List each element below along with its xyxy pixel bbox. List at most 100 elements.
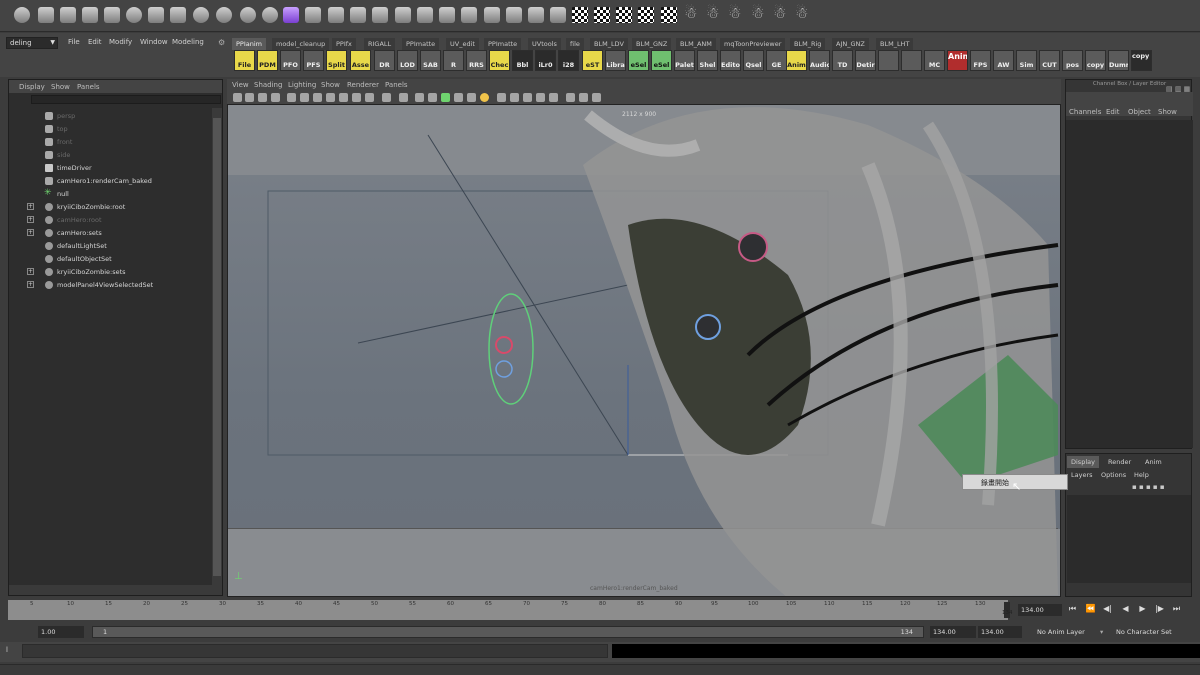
outliner-item[interactable]: front <box>9 136 214 149</box>
playback-range-slider[interactable]: 1 134 <box>92 626 924 638</box>
select-camera-icon[interactable] <box>233 93 242 102</box>
pyramid-icon[interactable] <box>262 7 278 23</box>
torus-icon[interactable] <box>126 7 142 23</box>
expand-icon[interactable]: + <box>27 281 34 288</box>
menu-file[interactable]: File <box>68 38 80 46</box>
shelf-pfo-button[interactable]: PFO <box>280 50 301 71</box>
shelf-tab-blm-gnz[interactable]: BLM_GNZ <box>632 38 672 50</box>
checker5-icon[interactable] <box>661 7 677 23</box>
squash-icon[interactable] <box>395 7 411 23</box>
wire-icon[interactable] <box>506 7 522 23</box>
shelf-dumr-button[interactable]: Dumr <box>1108 50 1129 71</box>
shelf-options-icon[interactable]: ⚙ <box>218 38 225 47</box>
grid-icon[interactable] <box>287 93 296 102</box>
xray-icon[interactable] <box>566 93 575 102</box>
channel-box-menu-edit[interactable]: Edit <box>1106 108 1120 116</box>
pipe-icon[interactable] <box>170 7 186 23</box>
figure2-icon[interactable]: ☃ <box>706 4 719 22</box>
plane-icon[interactable] <box>104 7 120 23</box>
menu-edit[interactable]: Edit <box>88 38 102 46</box>
sculpt-icon[interactable] <box>528 7 544 23</box>
cube-icon[interactable] <box>38 7 54 23</box>
shelf-tab-ppianim[interactable]: PPIanim <box>232 38 266 50</box>
step-back-frame-icon[interactable]: ◀| <box>1101 604 1114 616</box>
layer-tab-display[interactable]: Display <box>1067 456 1099 468</box>
outliner-item[interactable]: + modelPanel4ViewSelectedSet <box>9 279 214 292</box>
viewport-menu-shading[interactable]: Shading <box>254 81 282 89</box>
figure3-icon[interactable]: ☃ <box>728 4 741 22</box>
outliner-item[interactable]: persp <box>9 110 214 123</box>
bend-icon[interactable] <box>328 7 344 23</box>
shelf-ilr0-button[interactable]: iLr0 <box>535 50 556 71</box>
shelf-td-button[interactable]: TD <box>832 50 853 71</box>
outliner-item[interactable]: defaultLightSet <box>9 240 214 253</box>
channel-box-menu-object[interactable]: Object <box>1128 108 1151 116</box>
shelf-tab-blm-lht[interactable]: BLM_LHT <box>876 38 914 50</box>
figure-icon[interactable]: ☃ <box>684 4 697 22</box>
bookmark-icon[interactable] <box>258 93 267 102</box>
sun-icon[interactable] <box>480 93 489 102</box>
menu-window[interactable]: Window <box>140 38 168 46</box>
shelf-aw-button[interactable]: AW <box>993 50 1014 71</box>
outliner-vertical-scrollbar[interactable] <box>212 108 222 586</box>
shelf-tab-ppimatte[interactable]: PPImatte <box>402 38 440 50</box>
expand-icon[interactable]: + <box>27 216 34 223</box>
safe-title-icon[interactable] <box>365 93 374 102</box>
expand-icon[interactable]: + <box>27 268 34 275</box>
twist-icon[interactable] <box>417 7 433 23</box>
outliner-filter-input[interactable] <box>31 95 221 104</box>
shelf-audio-button[interactable]: Audio <box>809 50 830 71</box>
expand-icon[interactable]: + <box>27 203 34 210</box>
outliner-item[interactable]: + kryiiCiboZombie:root <box>9 201 214 214</box>
shadows-icon[interactable] <box>497 93 506 102</box>
figure5-icon[interactable]: ☃ <box>773 4 786 22</box>
lattice-icon[interactable] <box>461 7 477 23</box>
shelf-fps-button[interactable]: FPS <box>970 50 991 71</box>
shelf-tab-blm-ldv[interactable]: BLM_LDV <box>590 38 628 50</box>
outliner-menu-show[interactable]: Show <box>51 83 70 91</box>
shelf-shel-button[interactable]: Shel <box>697 50 718 71</box>
layer-menu-options[interactable]: Options <box>1101 471 1126 479</box>
shelf-copy-button[interactable]: copy <box>1085 50 1106 71</box>
smooth-shade-icon[interactable] <box>428 93 437 102</box>
shelf-tab-uvtools[interactable]: UVtools <box>528 38 561 50</box>
cylinder-icon[interactable] <box>60 7 76 23</box>
shelf-libra-button[interactable]: Libra <box>605 50 626 71</box>
shelf-rrs-button[interactable]: RRS <box>466 50 487 71</box>
anti-alias-icon[interactable] <box>536 93 545 102</box>
layer-menu-help[interactable]: Help <box>1134 471 1149 479</box>
shelf-lod-button[interactable]: LOD <box>397 50 418 71</box>
shelf-detir-button[interactable]: Detir <box>855 50 876 71</box>
outliner-item[interactable]: + camHero:root <box>9 214 214 227</box>
shelf-pos-button[interactable]: pos <box>1062 50 1083 71</box>
shelf-dr-button[interactable]: DR <box>374 50 395 71</box>
outliner-item[interactable]: camHero1:renderCam_baked <box>9 175 214 188</box>
depth-of-field-icon[interactable] <box>549 93 558 102</box>
shelf-tab-mqtoonpreviewer[interactable]: mqToonPreviewer <box>720 38 786 50</box>
wrap-icon[interactable] <box>484 7 500 23</box>
cone-icon[interactable] <box>82 7 98 23</box>
shelf-bbl-button[interactable]: Bbl <box>512 50 533 71</box>
safe-action-icon[interactable] <box>352 93 361 102</box>
play-forward-icon[interactable]: ▶ <box>1136 604 1149 616</box>
shelf-ge-button[interactable]: GE <box>766 50 787 71</box>
outliner-item[interactable]: timeDriver <box>9 162 214 175</box>
current-frame-field[interactable]: 134.00 <box>1018 604 1062 616</box>
shelf-asse-button[interactable]: Asse <box>350 50 371 71</box>
ambient-occlusion-icon[interactable] <box>510 93 519 102</box>
shelf-sim-button[interactable]: Sim <box>1016 50 1037 71</box>
field-chart-icon[interactable] <box>339 93 348 102</box>
camera-attributes-icon[interactable] <box>245 93 254 102</box>
viewport-3d[interactable]: 2112 x 900 camHero1:renderCam_baked ⊥ <box>227 104 1061 597</box>
checker2-icon[interactable] <box>594 7 610 23</box>
layer-tab-render[interactable]: Render <box>1104 456 1135 468</box>
wireframe-icon[interactable] <box>415 93 424 102</box>
figure6-icon[interactable]: ☃ <box>795 4 808 22</box>
channel-box-menu-channels[interactable]: Channels <box>1069 108 1101 116</box>
shelf-esel-button[interactable]: eSel <box>628 50 649 71</box>
isolate-select-icon[interactable] <box>579 93 588 102</box>
outliner-item[interactable]: side <box>9 149 214 162</box>
time-slider[interactable]: 5 10 15 20 25 30 35 40 45 50 55 60 65 70… <box>8 600 1013 620</box>
move-icon[interactable] <box>592 93 601 102</box>
wave-icon[interactable] <box>439 7 455 23</box>
